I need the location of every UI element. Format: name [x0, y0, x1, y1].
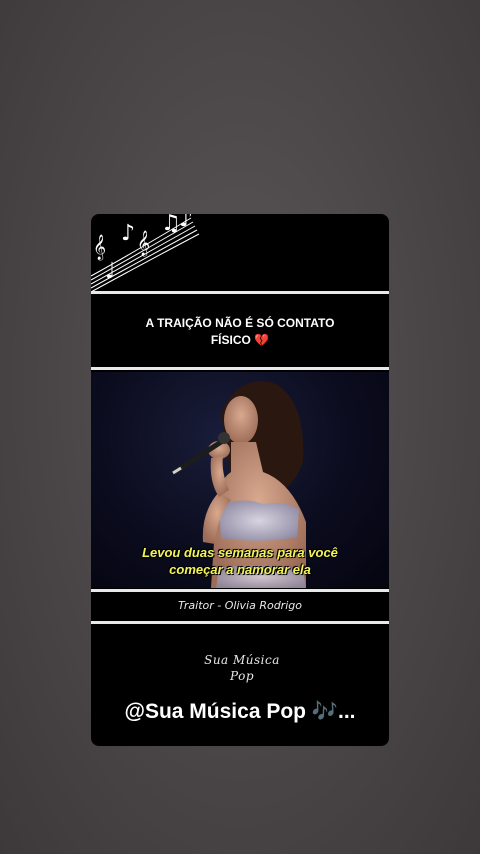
svg-text:𝄞: 𝄞 [137, 230, 150, 256]
account-handle[interactable]: @Sua Música Pop 🎶... [91, 700, 389, 724]
subtitle-line1: Levou duas semanas para você [142, 545, 338, 560]
lyrics-subtitle: Levou duas semanas para você começar a n… [91, 544, 389, 578]
divider-below-caption [91, 621, 389, 624]
story-card: 𝄞 ♪ 𝄞 ♫ ♩ ♪ A TRAIÇÃO NÃO É SÓ CONTATO F… [91, 214, 389, 746]
svg-text:♪: ♪ [121, 221, 135, 246]
handle-text: @Sua Música Pop [124, 700, 306, 723]
svg-text:♩: ♩ [105, 259, 115, 284]
brand-logo: Sua Música Pop [187, 652, 297, 684]
headline-line1: A TRAIÇÃO NÃO É SÓ CONTATO [145, 316, 335, 330]
svg-text:♪: ♪ [179, 214, 193, 232]
music-notes-decoration-icon: 𝄞 ♪ 𝄞 ♫ ♩ ♪ [91, 214, 200, 293]
divider-top [91, 291, 389, 294]
headline-line2: FÍSICO [210, 333, 251, 347]
music-notes-emoji-icon: 🎶 [311, 700, 338, 723]
divider-above-video [91, 367, 389, 370]
song-caption: Traitor - Olivia Rodrigo [178, 599, 302, 612]
logo-line1: Sua Música [204, 653, 280, 667]
handle-ellipsis: ... [338, 700, 356, 723]
svg-text:♫: ♫ [161, 214, 181, 236]
post-headline: A TRAIÇÃO NÃO É SÓ CONTATO FÍSICO 💔 [91, 315, 389, 349]
subtitle-line2: começar a namorar ela [169, 562, 311, 577]
broken-heart-icon: 💔 [254, 333, 270, 347]
divider-below-video [91, 589, 389, 592]
svg-text:𝄞: 𝄞 [93, 234, 106, 260]
logo-line2: Pop [230, 669, 254, 683]
